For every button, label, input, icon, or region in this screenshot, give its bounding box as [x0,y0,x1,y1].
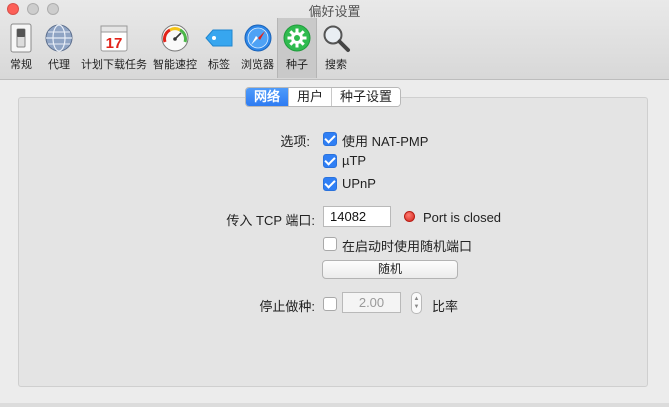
utp-label: µTP [342,153,367,168]
globe-icon [43,22,75,54]
port-status-indicator [404,211,415,222]
tcp-port-input[interactable]: 14082 [323,206,391,227]
tcp-port-label: 传入 TCP 端口: [226,213,315,228]
toolbar-item-general[interactable]: 常规 [2,18,40,78]
ratio-label: 比率 [432,299,459,314]
nat-pmp-checkbox[interactable] [323,132,337,146]
title-bar: 偏好设置 常规 代理 17 计划下载任务 智能速控 标签 浏览器 种子 搜索 [0,0,669,80]
ratio-stepper[interactable]: ▲ ▼ [411,292,422,314]
tab-network[interactable]: 网络 [246,88,290,106]
window-bottom-edge [0,403,669,407]
toolbar-label-schedule: 计划下载任务 [81,59,147,71]
options-label: 选项: [280,134,310,149]
toolbar-item-browser[interactable]: 浏览器 [238,18,277,78]
general-switch-icon [5,22,37,54]
stepper-down-icon: ▼ [413,304,420,310]
upnp-label: UPnP [342,176,376,191]
toolbar-label-general: 常规 [10,59,32,71]
preferences-toolbar: 常规 代理 17 计划下载任务 智能速控 标签 浏览器 种子 搜索 [2,18,355,78]
upnp-checkbox[interactable] [323,177,337,191]
random-port-button[interactable]: 随机 [322,260,458,279]
preferences-window: 偏好设置 常规 代理 17 计划下载任务 智能速控 标签 浏览器 种子 搜索 网… [0,0,669,407]
random-port-checkbox[interactable] [323,237,337,251]
toolbar-item-tags[interactable]: 标签 [200,18,238,78]
tag-icon [203,22,235,54]
tab-users[interactable]: 用户 [289,88,333,106]
nat-pmp-label: 使用 NAT-PMP [342,134,429,149]
settings-tab-bar: 网络 用户 种子设置 [245,87,402,107]
toolbar-label-speed: 智能速控 [153,59,197,71]
toolbar-label-proxy: 代理 [48,59,70,71]
toolbar-item-torrent[interactable]: 种子 [277,18,317,78]
speedometer-icon [159,22,191,54]
stepper-up-icon: ▲ [413,296,420,302]
compass-icon [242,22,274,54]
tab-torrent-settings[interactable]: 种子设置 [332,88,401,106]
port-status-text: Port is closed [423,210,502,225]
calendar-icon: 17 [98,22,130,54]
toolbar-item-proxy[interactable]: 代理 [40,18,78,78]
toolbar-label-torrent: 种子 [286,59,308,71]
random-port-label: 在启动时使用随机端口 [342,239,473,254]
stop-seeding-label: 停止做种: [259,299,315,314]
toolbar-item-schedule[interactable]: 17 计划下载任务 [78,18,150,78]
calendar-day-text: 17 [106,35,123,52]
toolbar-label-browser: 浏览器 [241,59,274,71]
toolbar-item-speed[interactable]: 智能速控 [150,18,200,78]
ratio-input[interactable]: 2.00 [342,292,401,313]
utp-checkbox[interactable] [323,154,337,168]
toolbar-label-search: 搜索 [325,59,347,71]
magnifier-icon [320,22,352,54]
toolbar-label-tags: 标签 [208,59,230,71]
gear-icon [281,22,313,54]
toolbar-item-search[interactable]: 搜索 [317,18,355,78]
stop-seeding-checkbox[interactable] [323,297,337,311]
